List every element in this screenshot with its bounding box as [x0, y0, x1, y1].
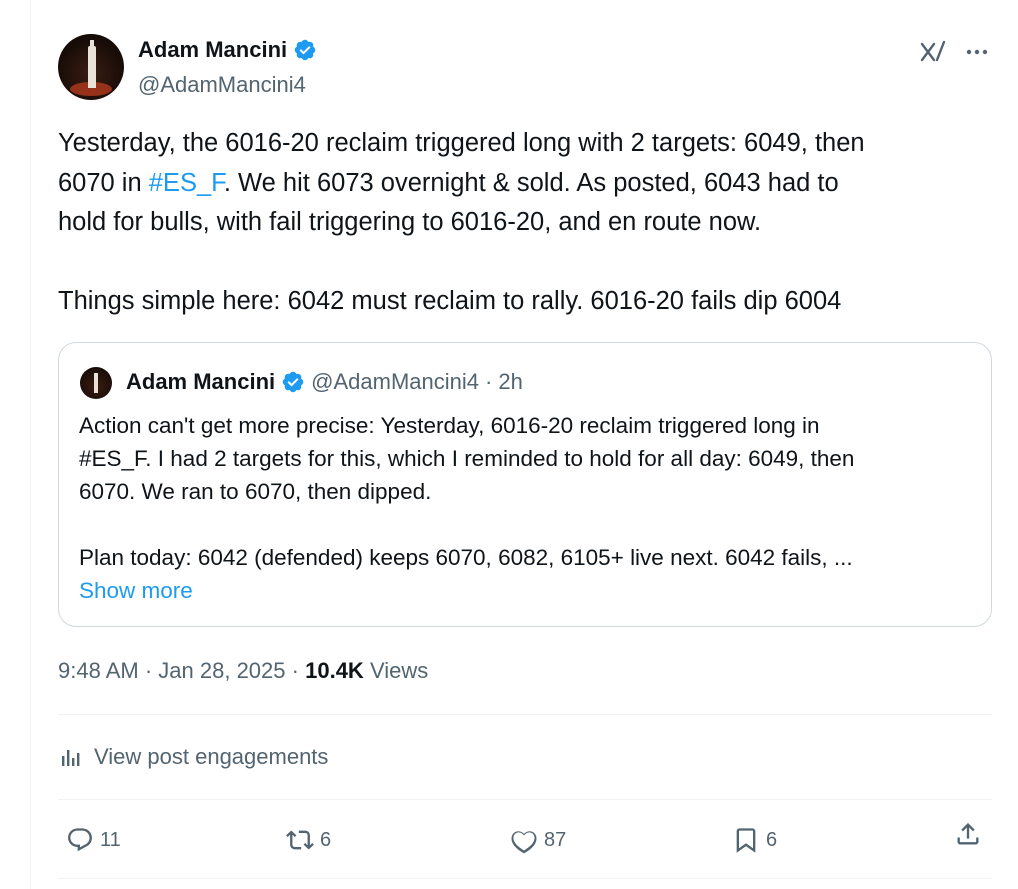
quoted-post-text: Action can't get more precise: Yesterday…: [79, 409, 979, 607]
post-date[interactable]: Jan 28, 2025: [158, 658, 285, 683]
repost-count: 6: [320, 829, 332, 851]
quoted-author-name: Adam Mancini: [126, 369, 276, 394]
repost-icon: [286, 830, 314, 850]
show-more-link[interactable]: Show more: [79, 574, 979, 607]
tweet-line: Yesterday, the 6016-20 reclaim triggered…: [58, 129, 865, 157]
divider: [58, 878, 992, 879]
tweet-text-segment: 6070 in: [58, 168, 149, 197]
like-count: 87: [544, 829, 567, 851]
post-time[interactable]: 9:48 AM: [58, 658, 139, 683]
quoted-line: 6070. We ran to 6070, then dipped.: [79, 479, 432, 504]
reply-count: 11: [100, 829, 121, 851]
divider: [58, 799, 992, 800]
separator-dot: ·: [485, 369, 493, 394]
share-icon: [957, 823, 979, 845]
like-icon: [511, 831, 537, 854]
separator-dot: ·: [291, 658, 299, 683]
verified-badge-icon[interactable]: [293, 38, 317, 62]
quoted-post[interactable]: Adam Mancini @AdamMancini4 · 2h Action c…: [58, 342, 992, 627]
hashtag-link[interactable]: #ES_F: [149, 169, 224, 197]
verified-badge-icon: [282, 371, 304, 393]
like-button[interactable]: 87: [510, 820, 566, 860]
author-handle[interactable]: @AdamMancini4: [138, 72, 306, 98]
tweet-text: Yesterday, the 6016-20 reclaim triggered…: [58, 124, 998, 322]
post-metadata: 9:48 AM · Jan 28, 2025 · 10.4K Views: [58, 656, 428, 686]
more-icon[interactable]: [962, 38, 992, 66]
quoted-post-time: 2h: [498, 369, 523, 394]
tweet-text-segment: . We hit 6073 overnight & sold. As poste…: [223, 168, 839, 197]
reply-icon: [68, 828, 92, 852]
author-display-name[interactable]: Adam Mancini: [138, 37, 287, 63]
views-count: 10.4K: [305, 658, 364, 683]
separator-dot: ·: [144, 658, 153, 683]
reply-button[interactable]: 11: [66, 820, 121, 860]
view-engagements-label: View post engagements: [94, 744, 329, 769]
quoted-post-header: Adam Mancini @AdamMancini4 · 2h: [126, 368, 523, 396]
view-engagements-link[interactable]: View post engagements: [58, 742, 328, 772]
timeline-border: [30, 0, 31, 889]
quoted-line: Plan today: 6042 (defended) keeps 6070, …: [79, 545, 853, 570]
repost-button[interactable]: 6: [286, 820, 331, 860]
bookmark-button[interactable]: 6: [732, 820, 777, 860]
quoted-author-avatar: [80, 367, 112, 399]
tweet-line: Things simple here: 6042 must reclaim to…: [58, 287, 842, 315]
quoted-line: #ES_F. I had 2 targets for this, which I…: [79, 446, 855, 471]
views-label: Views: [369, 658, 429, 683]
tweet-line: 6070 in #ES_F. We hit 6073 overnight & s…: [58, 164, 998, 204]
author-name-row: Adam Mancini: [138, 37, 317, 63]
action-bar: 11 6 87 6: [58, 820, 992, 860]
bookmark-count: 6: [766, 829, 778, 851]
bookmark-icon: [736, 828, 756, 853]
tweet-line: hold for bulls, with fail triggering to …: [58, 208, 762, 236]
share-button[interactable]: [954, 820, 982, 848]
quoted-author-handle: @AdamMancini4: [311, 369, 479, 394]
grok-icon[interactable]: [918, 38, 948, 66]
analytics-icon: [62, 750, 80, 766]
divider: [58, 714, 992, 715]
author-avatar[interactable]: [58, 34, 124, 100]
quoted-line: Action can't get more precise: Yesterday…: [79, 413, 820, 438]
